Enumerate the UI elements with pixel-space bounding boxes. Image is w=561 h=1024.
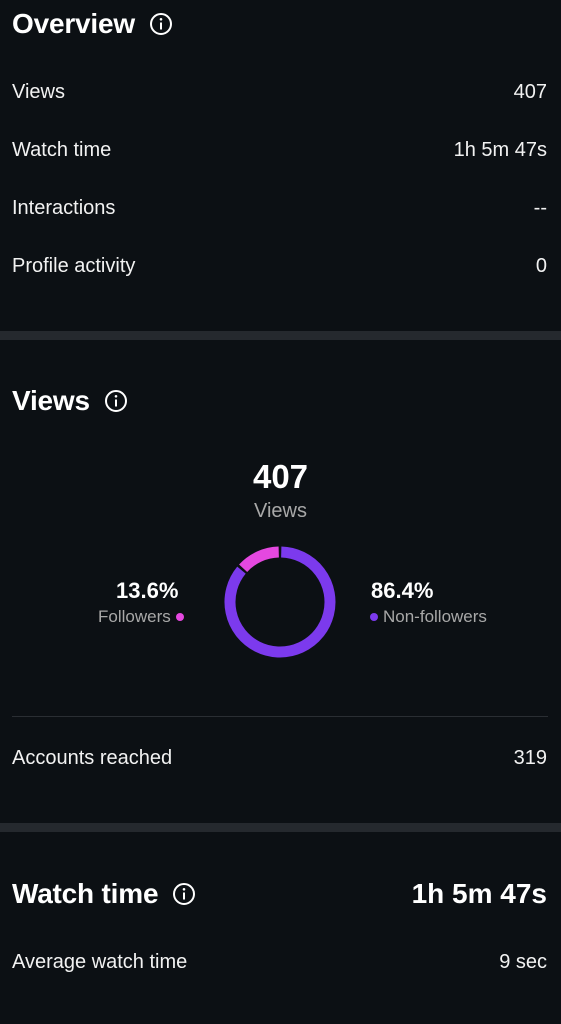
accounts-reached-value: 319 <box>513 747 547 769</box>
accounts-reached-row: Accounts reached 319 <box>12 747 547 770</box>
section-divider <box>0 331 561 340</box>
followers-label: Followers <box>98 607 171 626</box>
info-icon[interactable] <box>149 12 173 36</box>
followers-legend: Followers <box>98 607 184 627</box>
info-icon[interactable] <box>172 882 196 906</box>
views-title: Views <box>12 385 90 416</box>
row-label: Views <box>12 81 65 103</box>
watch-time-header: Watch time <box>12 878 196 910</box>
average-watch-time-row: Average watch time 9 sec <box>12 951 547 974</box>
overview-row-views: Views 407 <box>12 81 547 104</box>
accounts-reached-label: Accounts reached <box>12 747 173 769</box>
views-total: 407 <box>252 458 309 495</box>
views-total-label: Views <box>254 500 307 522</box>
row-label: Interactions <box>12 197 116 219</box>
overview-header: Overview <box>12 8 173 40</box>
overview-row-profile-activity: Profile activity 0 <box>12 255 547 278</box>
overview-row-interactions: Interactions -- <box>12 197 547 220</box>
views-donut-chart <box>224 546 336 658</box>
followers-dot <box>175 613 184 621</box>
nonfollowers-label: Non-followers <box>383 607 487 626</box>
section-divider <box>0 823 561 832</box>
followers-arc <box>239 546 280 573</box>
views-header: Views <box>12 385 128 417</box>
average-watch-time-value: 9 sec <box>499 951 547 973</box>
row-label: Watch time <box>12 139 112 161</box>
row-value: 407 <box>513 81 547 103</box>
nonfollowers-percent: 86.4% <box>371 578 434 603</box>
overview-row-watch-time: Watch time 1h 5m 47s <box>12 139 547 162</box>
watch-time-total: 1h 5m 47s <box>411 878 547 909</box>
nonfollowers-dot <box>370 613 378 621</box>
row-value: 0 <box>535 255 547 277</box>
followers-percent: 13.6% <box>116 578 179 603</box>
row-value: -- <box>533 197 547 219</box>
row-value: 1h 5m 47s <box>453 139 547 161</box>
row-label: Profile activity <box>12 255 136 277</box>
average-watch-time-label: Average watch time <box>12 951 188 973</box>
separator <box>12 716 548 717</box>
overview-title: Overview <box>12 8 135 39</box>
watch-time-title: Watch time <box>12 878 159 909</box>
info-icon[interactable] <box>104 389 128 413</box>
nonfollowers-legend: Non-followers <box>370 607 487 627</box>
